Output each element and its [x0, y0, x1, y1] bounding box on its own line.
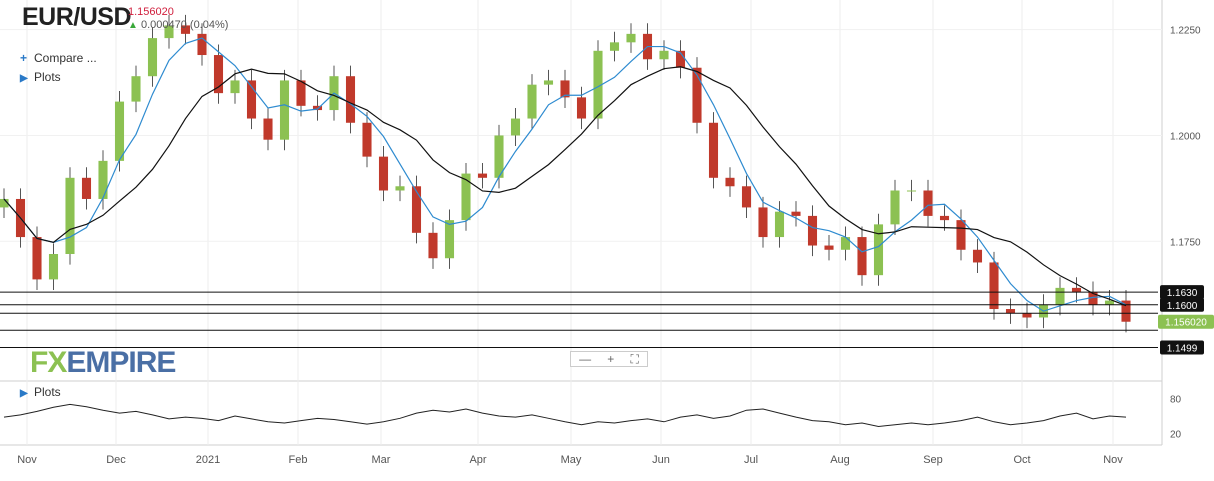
- x-tick-label: Jun: [652, 454, 670, 466]
- candle-body: [345, 76, 356, 123]
- candle-body: [114, 101, 125, 161]
- candle-body: [48, 254, 59, 280]
- x-tick-label: Aug: [830, 454, 850, 466]
- candle-body: [626, 33, 636, 43]
- candle-body: [824, 245, 834, 250]
- plots-toggle-sub[interactable]: ▶ Plots: [20, 385, 61, 399]
- zoom-out-button[interactable]: —: [579, 352, 591, 366]
- y-tick-label: 1.2000: [1170, 131, 1201, 142]
- x-tick-label: Mar: [372, 454, 391, 466]
- candle-body: [791, 211, 801, 216]
- candle-body: [147, 38, 158, 77]
- compare-label: Compare ...: [34, 51, 97, 65]
- candle-body: [758, 207, 768, 238]
- current-price-label: 1.156020: [1165, 318, 1207, 329]
- candle-body: [989, 262, 999, 310]
- candle-body: [296, 80, 306, 106]
- candle-body: [1104, 300, 1115, 305]
- candle-body: [197, 33, 207, 56]
- level-label: 1.1630: [1167, 288, 1198, 299]
- x-tick-label: Apr: [469, 454, 486, 466]
- plots-label-sub: Plots: [34, 385, 61, 399]
- candle-body: [659, 50, 669, 60]
- plus-icon: +: [20, 51, 28, 65]
- oscillator-y-tick: 20: [1170, 429, 1182, 440]
- candle-body: [527, 84, 537, 119]
- oscillator-y-tick: 80: [1170, 395, 1182, 406]
- candle-body: [774, 211, 785, 238]
- logo-empire: EMPIRE: [66, 346, 176, 379]
- candle-body: [1055, 287, 1065, 305]
- plots-toggle-main[interactable]: ▶ Plots: [20, 70, 61, 84]
- candle-body: [428, 232, 438, 259]
- level-label: 1.1499: [1167, 344, 1198, 355]
- candle-body: [725, 177, 735, 187]
- candle-body: [477, 173, 488, 178]
- candle-body: [81, 177, 92, 199]
- candle-body: [32, 237, 42, 280]
- candle-body: [279, 80, 290, 140]
- fullscreen-icon[interactable]: ⛶: [630, 352, 638, 367]
- candle-body: [131, 76, 141, 102]
- candle-body: [1071, 287, 1082, 293]
- x-tick-label: Sep: [923, 454, 943, 466]
- candle-body: [857, 237, 867, 276]
- plots-label: Plots: [34, 70, 61, 84]
- candle-body: [741, 186, 752, 208]
- candle-body: [510, 118, 521, 136]
- candle-body: [543, 80, 554, 85]
- x-tick-label: May: [561, 454, 582, 466]
- candle-body: [939, 215, 950, 221]
- x-tick-label: Nov: [1103, 454, 1123, 466]
- price-change: ▲ 0.000470 (0.04%): [128, 19, 228, 31]
- play-icon: ▶: [20, 388, 28, 399]
- candle-body: [65, 177, 75, 254]
- candle-body: [576, 97, 587, 119]
- x-tick-label: 2021: [196, 454, 220, 466]
- candle-body: [840, 237, 851, 250]
- candle-body: [807, 215, 818, 246]
- y-tick-label: 1.2250: [1170, 26, 1201, 37]
- candle-body: [230, 80, 240, 94]
- x-tick-label: Dec: [106, 454, 126, 466]
- chart-canvas[interactable]: Nov Dec 2021 Feb Mar Apr May Jun Jul Aug Sep Oct Nov…: [0, 0, 1214, 481]
- candle-body: [98, 160, 108, 199]
- candle-body: [444, 220, 455, 259]
- level-label: 1.1600: [1167, 301, 1198, 312]
- fxempire-logo: FXEMPIRE: [30, 346, 176, 380]
- x-tick-label: Oct: [1013, 454, 1030, 466]
- candle-body: [972, 249, 983, 263]
- oscillator-line: [3, 403, 1127, 427]
- play-icon: ▶: [20, 73, 28, 84]
- candle-body: [956, 220, 966, 250]
- candle-body: [708, 122, 719, 178]
- symbol-title: EUR/USD: [22, 3, 132, 31]
- candle-body: [362, 122, 372, 157]
- logo-fx: FX: [30, 346, 67, 379]
- candle-body: [461, 173, 471, 221]
- x-tick-label: Jul: [744, 454, 758, 466]
- compare-button[interactable]: + Compare ...: [20, 51, 97, 65]
- zoom-controls: — + ⛶: [570, 351, 648, 367]
- candle-body: [609, 42, 620, 51]
- current-price: 1.156020: [128, 6, 174, 18]
- candle-body: [263, 118, 273, 140]
- price-change-value: 0.000470 (0.04%): [140, 19, 229, 31]
- candle-body: [906, 190, 917, 192]
- candle-body: [873, 224, 884, 276]
- candle-body: [1005, 309, 1016, 314]
- y-tick-label: 1.1750: [1170, 237, 1201, 248]
- candle-body: [395, 186, 405, 191]
- up-arrow-icon: ▲: [128, 20, 138, 31]
- candle-body: [1022, 313, 1032, 318]
- candle-body: [411, 186, 422, 233]
- zoom-in-button[interactable]: +: [607, 352, 614, 366]
- candle-body: [890, 190, 900, 225]
- x-tick-label: Feb: [289, 454, 308, 466]
- x-tick-label: Nov: [17, 454, 37, 466]
- candle-body: [378, 156, 389, 191]
- candle-body: [923, 190, 933, 216]
